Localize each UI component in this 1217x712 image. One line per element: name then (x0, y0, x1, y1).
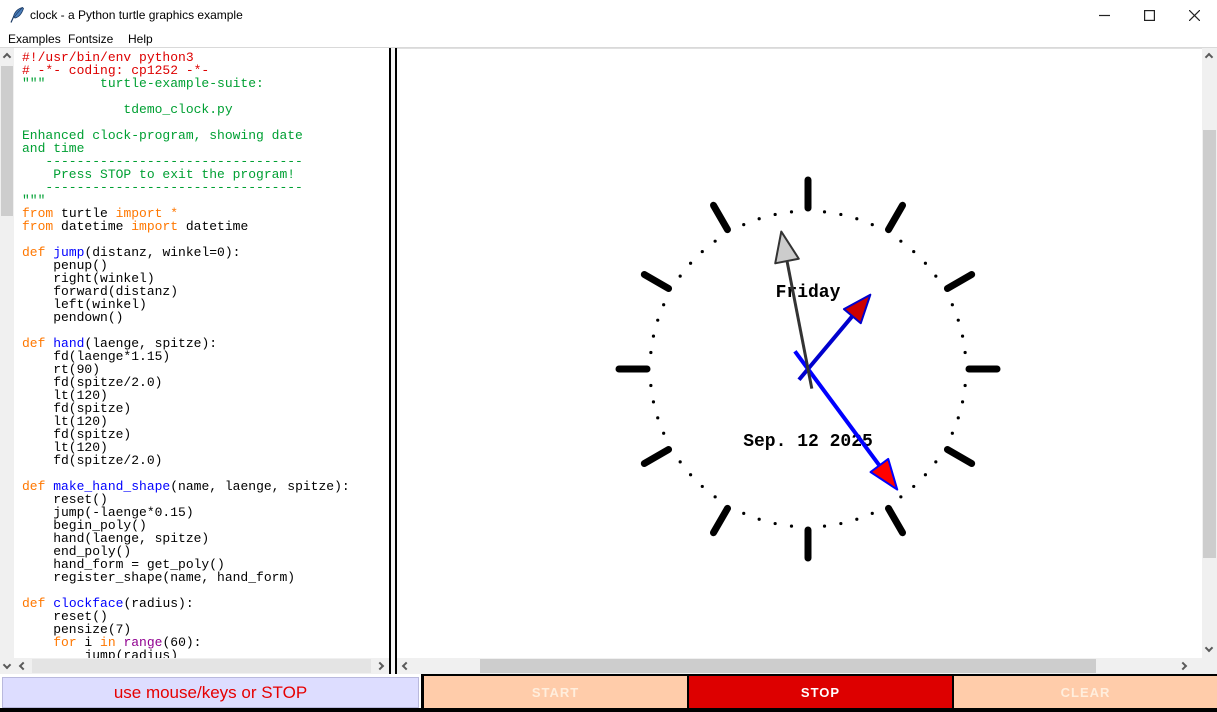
menubar: Examples Fontsize Help (0, 30, 1217, 48)
scroll-left-arrow[interactable] (399, 659, 413, 673)
clock-day-text: Friday (776, 283, 841, 303)
scrollbar-thumb[interactable] (1203, 130, 1216, 558)
feather-icon (8, 6, 26, 24)
scroll-left-arrow[interactable] (16, 659, 30, 673)
scrollbar-corner (1202, 658, 1217, 674)
scroll-right-arrow[interactable] (373, 659, 387, 673)
code-hscrollbar[interactable] (14, 658, 389, 674)
window-title: clock - a Python turtle graphics example (30, 8, 243, 22)
canvas-hscrollbar[interactable] (397, 658, 1202, 674)
minute-hand-arrowhead (871, 459, 898, 490)
app-window: clock - a Python turtle graphics example… (0, 0, 1217, 712)
second-hand (785, 249, 812, 388)
status-label: use mouse/keys or STOP (2, 677, 419, 708)
titlebar: clock - a Python turtle graphics example (0, 0, 1217, 30)
menu-help[interactable]: Help (128, 32, 153, 46)
code-editor[interactable]: #!/usr/bin/env python3# -*- coding: cp12… (14, 48, 389, 658)
maximize-button[interactable] (1127, 0, 1172, 30)
pane-sash[interactable] (389, 48, 397, 674)
second-hand-arrowhead (775, 232, 799, 264)
turtle-canvas[interactable]: Friday Sep. 12 2025 (397, 48, 1202, 658)
scrollbar-thumb[interactable] (32, 659, 371, 673)
scrollbar-thumb[interactable] (1, 66, 13, 216)
code-vscrollbar[interactable] (0, 48, 14, 674)
menu-examples[interactable]: Examples (8, 32, 61, 46)
footer-bar: use mouse/keys or STOP START STOP CLEAR (0, 674, 1217, 712)
start-button[interactable]: START (424, 676, 687, 708)
clock-date-text: Sep. 12 2025 (743, 432, 873, 452)
close-button[interactable] (1172, 0, 1217, 30)
clear-button[interactable]: CLEAR (954, 676, 1217, 708)
scroll-down-arrow[interactable] (1202, 641, 1216, 655)
clock-svg: Friday Sep. 12 2025 (397, 49, 1202, 659)
scroll-right-arrow[interactable] (1176, 659, 1190, 673)
menu-fontsize[interactable]: Fontsize (68, 32, 113, 46)
scroll-up-arrow[interactable] (1202, 50, 1216, 64)
canvas-vscrollbar[interactable] (1202, 48, 1217, 658)
window-bottom-edge (0, 708, 1217, 712)
scrollbar-thumb[interactable] (480, 659, 1096, 673)
scroll-up-arrow[interactable] (0, 50, 14, 64)
minimize-button[interactable] (1082, 0, 1127, 30)
stop-button[interactable]: STOP (689, 676, 952, 708)
scroll-down-arrow[interactable] (0, 658, 14, 672)
